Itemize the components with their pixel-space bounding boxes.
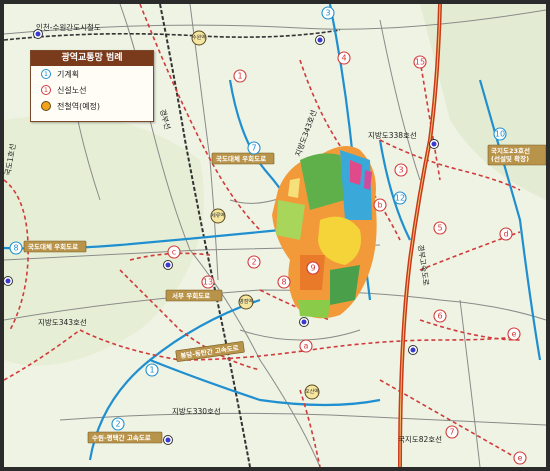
transit-node bbox=[163, 435, 173, 445]
svg-text:7: 7 bbox=[251, 144, 256, 153]
legend-item-planned: 1 기계획 bbox=[31, 66, 153, 82]
new-route-a-marker: b bbox=[373, 198, 387, 212]
svg-text:8: 8 bbox=[13, 244, 18, 253]
svg-text:d: d bbox=[503, 230, 508, 239]
new-route-2-marker: 2 bbox=[247, 255, 261, 269]
planned-route-icon: 1 bbox=[41, 69, 51, 79]
new-route-14-marker: 15 bbox=[413, 55, 427, 69]
transit-node bbox=[4, 276, 13, 286]
new-route-e-marker: e bbox=[513, 451, 527, 465]
map-legend: 광역교통망 범례 1 기계획 1 신설노선 전철역(예정) bbox=[30, 50, 154, 122]
svg-text:e: e bbox=[518, 454, 523, 463]
label-gukjido-82: 국지도82호선 bbox=[398, 435, 442, 444]
new-route-3-marker: 3 bbox=[394, 163, 408, 177]
svg-text:1: 1 bbox=[149, 366, 154, 375]
new-route-1-marker: 1 bbox=[233, 69, 247, 83]
road-sign-seobu: 서부 우회도로 bbox=[165, 289, 223, 302]
planned-route-3-marker: 3 bbox=[321, 6, 335, 20]
legend-label-planned: 기계획 bbox=[57, 69, 80, 79]
svg-text:국지도23호선(선설및 확장): 국지도23호선 (선설및 확장) bbox=[491, 146, 530, 163]
legend-item-new: 1 신설노선 bbox=[31, 82, 153, 98]
svg-text:9: 9 bbox=[310, 264, 315, 273]
new-route-icon: 1 bbox=[41, 85, 51, 95]
svg-text:e: e bbox=[512, 330, 517, 339]
road-sign-gukdo-daeche: 국도대체 우회도로 bbox=[211, 152, 275, 165]
svg-text:3: 3 bbox=[398, 166, 403, 175]
legend-item-station: 전철역(예정) bbox=[31, 98, 153, 114]
svg-text:2: 2 bbox=[251, 258, 256, 267]
legend-label-new: 신설노선 bbox=[57, 85, 87, 95]
svg-text:10: 10 bbox=[495, 130, 505, 139]
svg-text:2: 2 bbox=[115, 420, 120, 429]
new-route-c-marker: d bbox=[499, 227, 513, 241]
station-suwon: 수원역 bbox=[191, 30, 207, 46]
transit-node bbox=[163, 260, 173, 270]
svg-text:12: 12 bbox=[395, 194, 405, 203]
planned-route-10-marker: 10 bbox=[493, 127, 507, 141]
planned-route-7-marker: 7 bbox=[247, 141, 261, 155]
transit-node bbox=[429, 139, 439, 149]
svg-text:세류역: 세류역 bbox=[211, 212, 225, 219]
new-route-5-marker: 5 bbox=[433, 221, 447, 235]
svg-text:수원역: 수원역 bbox=[192, 34, 206, 41]
transit-node bbox=[315, 35, 325, 45]
label-incheon-suwon: 인천-수원간도시철도 bbox=[36, 22, 101, 32]
svg-text:1: 1 bbox=[237, 72, 242, 81]
svg-text:c: c bbox=[172, 248, 176, 257]
svg-text:국도대체 우회도로: 국도대체 우회도로 bbox=[28, 242, 78, 251]
station-icon bbox=[41, 101, 51, 111]
svg-text:서부 우회도로: 서부 우회도로 bbox=[172, 291, 210, 300]
svg-text:4: 4 bbox=[341, 54, 346, 63]
svg-text:a: a bbox=[304, 342, 309, 351]
station-osan: 오산역 bbox=[304, 384, 320, 400]
svg-text:수원-평택간 고속도로: 수원-평택간 고속도로 bbox=[92, 433, 151, 442]
new-route-9-marker: 9 bbox=[306, 261, 320, 275]
station-byeongjeom: 병점역 bbox=[238, 294, 254, 310]
svg-text:오산역: 오산역 bbox=[305, 388, 319, 395]
planned-route-8-marker: 8 bbox=[9, 241, 23, 255]
new-route-7-marker: 7 bbox=[445, 425, 459, 439]
svg-text:b: b bbox=[377, 201, 382, 210]
new-route-d-marker: e bbox=[507, 327, 521, 341]
svg-text:7: 7 bbox=[449, 428, 454, 437]
svg-text:5: 5 bbox=[437, 224, 442, 233]
legend-label-station: 전철역(예정) bbox=[57, 101, 101, 111]
road-sign-gukjido-23: 국지도23호선 (선설및 확장) bbox=[487, 144, 546, 166]
station-seryu: 세류역 bbox=[210, 208, 226, 224]
label-jibangdo-343: 지방도343호선 bbox=[38, 317, 87, 327]
transit-node bbox=[33, 29, 43, 39]
road-sign-suwon-pyeongtaek: 수원-평택간 고속도로 bbox=[87, 431, 163, 444]
svg-text:병점역: 병점역 bbox=[239, 298, 253, 305]
svg-text:6: 6 bbox=[437, 312, 442, 321]
new-route-b-marker: c bbox=[167, 245, 181, 259]
legend-title: 광역교통망 범례 bbox=[31, 51, 153, 66]
transit-node bbox=[299, 317, 309, 327]
transit-node bbox=[408, 345, 418, 355]
svg-text:13: 13 bbox=[203, 278, 213, 287]
new-route-13-marker: 13 bbox=[201, 275, 215, 289]
svg-text:8: 8 bbox=[281, 278, 286, 287]
label-jibangdo-330: 지방도330호선 bbox=[172, 406, 221, 416]
new-route-15-marker: a bbox=[299, 339, 313, 353]
planned-route-2-marker: 2 bbox=[111, 417, 125, 431]
label-jibangdo-338: 지방도338호선 bbox=[368, 130, 417, 140]
planned-route-12-marker: 12 bbox=[393, 191, 407, 205]
svg-text:15: 15 bbox=[415, 58, 425, 67]
planned-route-1-marker: 1 bbox=[145, 363, 159, 377]
svg-text:국도대체 우회도로: 국도대체 우회도로 bbox=[216, 154, 266, 163]
new-route-6-marker: 6 bbox=[433, 309, 447, 323]
road-sign-gukdo-daeche-left: 국도대체 우회도로 bbox=[23, 240, 87, 253]
new-route-8-marker: 8 bbox=[277, 275, 291, 289]
svg-text:3: 3 bbox=[325, 9, 330, 18]
map-frame: 국도대체 우회도로 국도대체 우회도로 서부 우회도로 봉담-동탄간 고속도로 … bbox=[0, 0, 550, 471]
new-route-4-marker: 4 bbox=[337, 51, 351, 65]
